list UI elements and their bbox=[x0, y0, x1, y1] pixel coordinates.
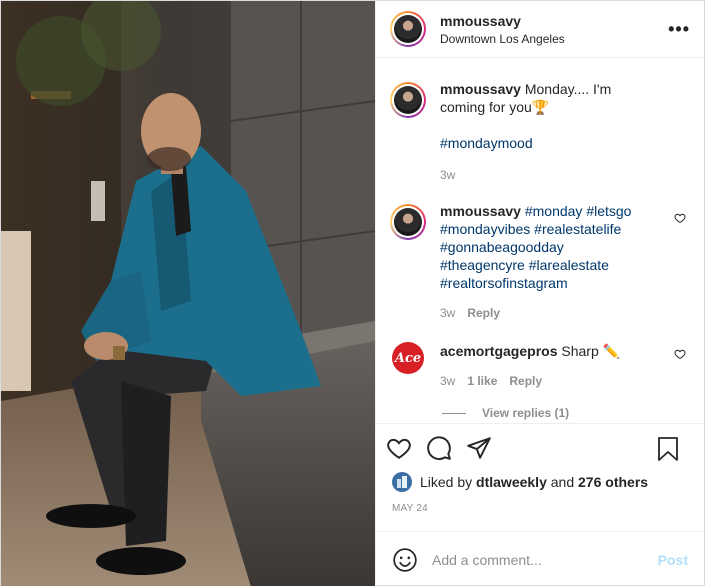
caption-avatar[interactable] bbox=[390, 82, 426, 118]
comment-username[interactable]: acemortgagepros bbox=[440, 343, 557, 359]
hashtag-link[interactable]: #realestatelife bbox=[534, 221, 621, 237]
post-header: mmoussavy Downtown Los Angeles ••• bbox=[376, 1, 704, 58]
likes-others-link[interactable]: 276 others bbox=[578, 474, 648, 490]
hashtag-link[interactable]: #monday bbox=[525, 203, 583, 219]
reply-button[interactable]: Reply bbox=[467, 304, 500, 322]
caption: mmoussavy Monday.... I'm coming for you🏆… bbox=[390, 80, 690, 184]
liker-username[interactable]: dtlaweekly bbox=[476, 474, 547, 490]
comment-like-heart-icon[interactable] bbox=[674, 348, 686, 360]
likes-and: and bbox=[550, 474, 575, 490]
hashtag-link[interactable]: #realtorsofinstagram bbox=[440, 275, 568, 291]
comment-time[interactable]: 3w bbox=[440, 304, 455, 322]
share-paper-plane-icon[interactable] bbox=[466, 435, 492, 461]
hashtag-link[interactable]: #mondayvibes bbox=[440, 221, 530, 237]
trophy-emoji: 🏆 bbox=[531, 99, 550, 115]
action-bar bbox=[376, 423, 704, 471]
post-dialog: mmoussavy Downtown Los Angeles ••• mmous… bbox=[0, 0, 705, 586]
comment-bubble-icon[interactable] bbox=[426, 435, 452, 461]
caption-time[interactable]: 3w bbox=[440, 166, 455, 184]
comment-avatar[interactable] bbox=[390, 204, 426, 240]
add-comment-bar: Add a comment... Post bbox=[376, 531, 704, 586]
comment-like-heart-icon[interactable] bbox=[674, 212, 686, 224]
post-side-panel: mmoussavy Downtown Los Angeles ••• mmous… bbox=[375, 1, 704, 586]
comment-item: Ace acemortgagepros Sharp ✏️ 3w 1 like R… bbox=[390, 342, 690, 390]
hashtag-link[interactable]: #letsgo bbox=[586, 203, 631, 219]
post-comment-button[interactable]: Post bbox=[658, 552, 688, 568]
photo-illustration bbox=[1, 1, 375, 586]
comment-time[interactable]: 3w bbox=[440, 372, 455, 390]
like-heart-icon[interactable] bbox=[386, 435, 412, 461]
caption-hashtag[interactable]: #mondaymood bbox=[440, 135, 533, 151]
hashtag-link[interactable]: #gonnabeagoodday bbox=[440, 239, 564, 255]
liker-avatar[interactable] bbox=[392, 472, 412, 492]
likes-prefix: Liked by bbox=[420, 474, 473, 490]
reply-button[interactable]: Reply bbox=[509, 372, 542, 390]
post-photo[interactable] bbox=[1, 1, 375, 586]
comment-username[interactable]: mmoussavy bbox=[440, 203, 521, 219]
comment-input[interactable]: Add a comment... bbox=[432, 552, 658, 568]
view-replies-button[interactable]: View replies (1) bbox=[442, 406, 690, 420]
save-bookmark-icon[interactable] bbox=[656, 436, 680, 462]
replies-divider bbox=[442, 412, 466, 414]
comment-text: Sharp bbox=[561, 343, 599, 359]
acemortgage-avatar[interactable]: Ace bbox=[392, 342, 424, 374]
hashtag-link[interactable]: #larealestate bbox=[529, 257, 609, 273]
likes-summary: Liked by dtlaweekly and 276 others bbox=[376, 471, 704, 493]
post-date[interactable]: MAY 24 bbox=[376, 503, 704, 531]
pencil-emoji: ✏️ bbox=[602, 343, 621, 359]
author-avatar[interactable] bbox=[390, 11, 426, 47]
caption-username[interactable]: mmoussavy bbox=[440, 81, 521, 97]
author-username[interactable]: mmoussavy bbox=[440, 13, 565, 29]
emoji-smiley-icon[interactable] bbox=[392, 547, 418, 573]
comments-list[interactable]: mmoussavy Monday.... I'm coming for you🏆… bbox=[376, 58, 704, 423]
comment-likes-count[interactable]: 1 like bbox=[467, 372, 497, 390]
building-icon bbox=[397, 476, 407, 488]
more-options-icon[interactable]: ••• bbox=[668, 19, 690, 40]
view-replies-label[interactable]: View replies (1) bbox=[482, 406, 569, 420]
post-location[interactable]: Downtown Los Angeles bbox=[440, 32, 565, 46]
comment-item: mmoussavy #monday #letsgo #mondayvibes #… bbox=[390, 202, 690, 322]
hashtag-link[interactable]: #theagencyre bbox=[440, 257, 525, 273]
